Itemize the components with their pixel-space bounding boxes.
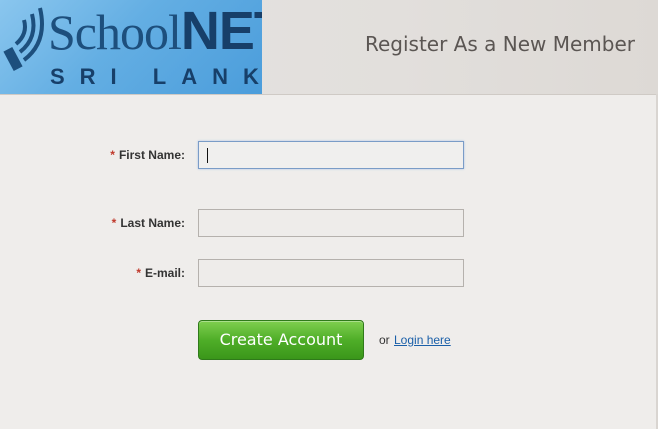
last-name-label-text: Last Name: [120, 216, 185, 230]
schoolnet-logo[interactable]: SchoolNET SRI LANKA [0, 0, 262, 94]
logo-text-school: School [48, 4, 182, 60]
text-cursor [207, 148, 208, 163]
email-label-text: E-mail: [144, 266, 185, 280]
last-name-input[interactable] [198, 209, 464, 237]
email-row: * E-mail: [0, 259, 658, 289]
login-here-link[interactable]: Login here [394, 333, 451, 347]
header: SchoolNET SRI LANKA Register As a New Me… [0, 0, 658, 95]
page-title: Register As a New Member [364, 32, 635, 56]
signal-wave-icon [3, 7, 44, 72]
last-name-row: * Last Name: [0, 209, 658, 239]
email-input[interactable] [198, 259, 464, 287]
first-name-row: * First Name: [0, 141, 658, 171]
or-text: or [379, 333, 390, 347]
email-label: * E-mail: [136, 266, 185, 280]
logo-wordmark: SchoolNET [48, 3, 262, 60]
required-marker: * [110, 148, 115, 162]
create-account-button[interactable]: Create Account [198, 320, 364, 360]
logo-text-net: NET [180, 1, 262, 61]
last-name-label: * Last Name: [112, 216, 185, 230]
first-name-input[interactable] [198, 141, 464, 169]
first-name-label: * First Name: [110, 148, 185, 162]
logo-subtitle: SRI LANKA [50, 64, 262, 89]
first-name-label-text: First Name: [118, 148, 185, 162]
required-marker: * [111, 216, 117, 230]
required-marker: * [136, 266, 141, 280]
